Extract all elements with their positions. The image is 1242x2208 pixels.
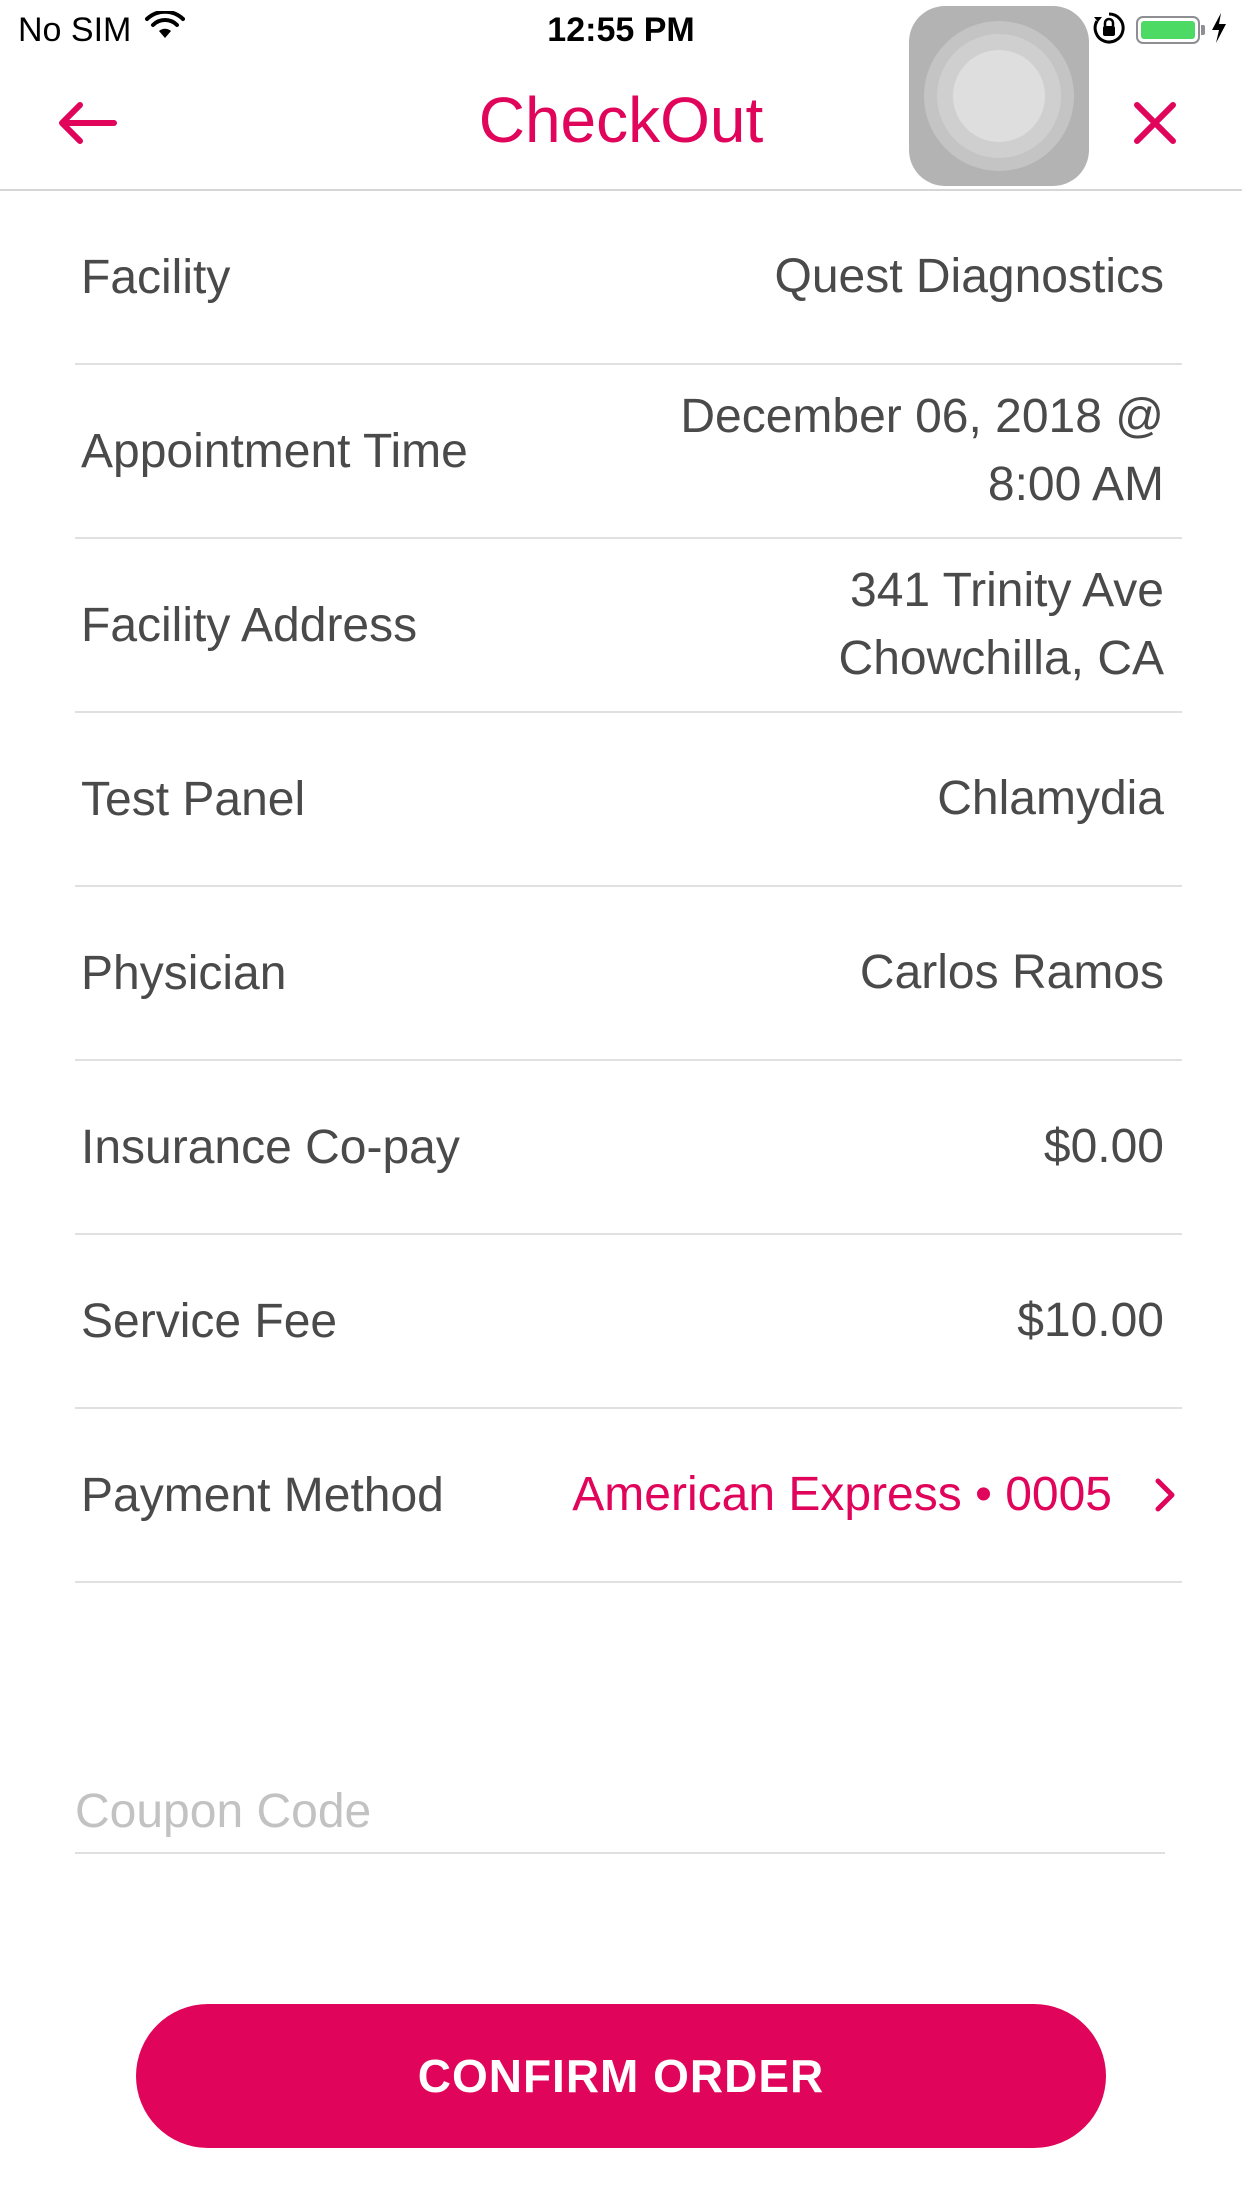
detail-label: Appointment Time — [81, 424, 468, 478]
detail-row-appointment-time: Appointment Time December 06, 2018 @ 8:0… — [75, 365, 1182, 539]
detail-row-physician: Physician Carlos Ramos — [75, 887, 1182, 1061]
status-right-group — [1092, 10, 1228, 50]
detail-label: Service Fee — [81, 1294, 338, 1348]
detail-value-line: 341 Trinity Ave — [850, 564, 1164, 617]
detail-value-line: $0.00 — [1043, 1120, 1164, 1173]
detail-label: Test Panel — [81, 772, 306, 826]
detail-row-facility: Facility Quest Diagnostics — [75, 191, 1182, 365]
assistive-touch-button[interactable] — [909, 6, 1089, 186]
close-button[interactable] — [1120, 88, 1190, 158]
detail-value: Carlos Ramos — [860, 887, 1164, 1059]
order-details: Facility Quest Diagnostics Appointment T… — [75, 191, 1182, 1583]
detail-label: Insurance Co-pay — [81, 1120, 460, 1174]
detail-value: 341 Trinity Ave Chowchilla, CA — [839, 539, 1164, 711]
detail-row-service-fee: Service Fee $10.00 — [75, 1235, 1182, 1409]
coupon-code-input[interactable] — [75, 1770, 1165, 1854]
checkout-screen: No SIM 12:55 PM CheckOut Facility Quest … — [0, 0, 1242, 2208]
detail-row-insurance-copay: Insurance Co-pay $0.00 — [75, 1061, 1182, 1235]
detail-value-line: December 06, 2018 @ — [680, 390, 1164, 443]
confirm-order-button[interactable]: CONFIRM ORDER — [136, 2004, 1106, 2148]
detail-value-line: Chlamydia — [937, 772, 1164, 825]
detail-value: $0.00 — [1044, 1061, 1164, 1233]
charging-bolt-icon — [1210, 12, 1228, 49]
detail-value: Quest Diagnostics — [774, 191, 1164, 363]
detail-value-line: Quest Diagnostics — [774, 250, 1164, 303]
detail-row-facility-address: Facility Address 341 Trinity Ave Chowchi… — [75, 539, 1182, 713]
detail-value-line: Chowchilla, CA — [838, 632, 1164, 685]
detail-label: Facility Address — [81, 598, 418, 652]
payment-method-value[interactable]: American Express • 0005 — [572, 1409, 1176, 1581]
payment-method-row[interactable]: Payment Method American Express • 0005 — [75, 1409, 1182, 1583]
orientation-lock-icon — [1092, 11, 1126, 50]
battery-level — [1141, 21, 1195, 39]
detail-row-test-panel: Test Panel Chlamydia — [75, 713, 1182, 887]
detail-value: Chlamydia — [937, 713, 1164, 885]
payment-method-label: Payment Method — [81, 1468, 444, 1522]
detail-value-line: Carlos Ramos — [859, 946, 1164, 999]
detail-label: Physician — [81, 946, 287, 1000]
payment-method-card: American Express • 0005 — [572, 1468, 1112, 1521]
close-icon — [1134, 102, 1176, 144]
detail-label: Facility — [81, 250, 231, 304]
detail-value-line: $10.00 — [1017, 1294, 1164, 1347]
detail-value: $10.00 — [1017, 1235, 1164, 1407]
detail-value: December 06, 2018 @ 8:00 AM — [680, 365, 1164, 537]
chevron-right-icon — [1154, 1477, 1176, 1513]
detail-value-line: 8:00 AM — [987, 458, 1164, 511]
battery-icon — [1136, 16, 1205, 44]
